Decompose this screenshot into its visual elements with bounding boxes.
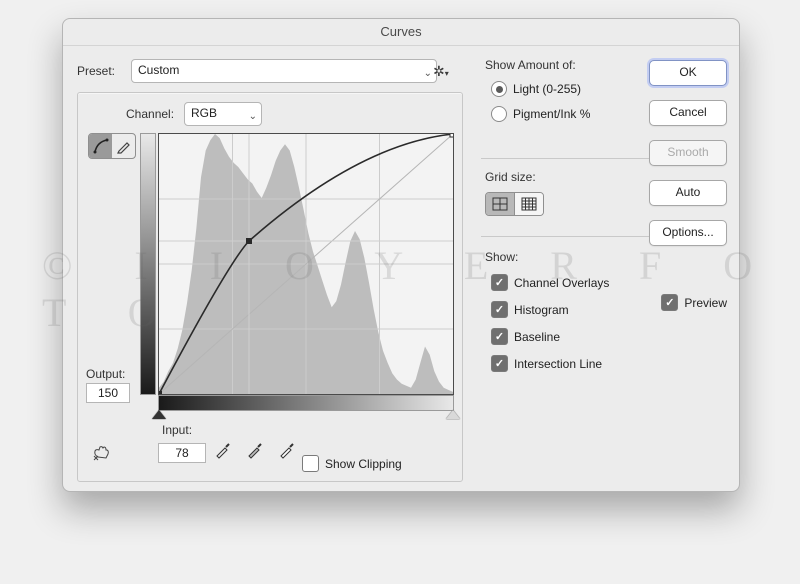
- pigment-radio[interactable]: Pigment/Ink %: [491, 106, 590, 122]
- auto-button[interactable]: Auto: [649, 180, 727, 206]
- ok-button[interactable]: OK: [649, 60, 727, 86]
- show-amount-label: Show Amount of:: [485, 58, 590, 72]
- curve-panel: Channel: RGB ⌄: [77, 92, 463, 482]
- output-field[interactable]: 150: [86, 383, 130, 403]
- chevron-updown-icon: ⌄: [249, 107, 257, 127]
- cancel-button[interactable]: Cancel: [649, 100, 727, 126]
- grid-size-label: Grid size:: [485, 170, 544, 184]
- title-bar: Curves: [63, 19, 739, 46]
- output-gradient: [140, 133, 156, 395]
- chevron-updown-icon: ⌄: [424, 64, 432, 84]
- checkbox-on-icon: ✓: [491, 328, 508, 345]
- eyedropper-black-icon[interactable]: [214, 441, 232, 462]
- curve-tool-toggle[interactable]: [88, 133, 136, 159]
- point-curve-icon[interactable]: [89, 134, 112, 158]
- channel-overlays-checkbox[interactable]: ✓Channel Overlays: [491, 274, 609, 291]
- white-point-slider[interactable]: [446, 410, 460, 419]
- show-amount-group: Show Amount of: Light (0-255) Pigment/In…: [485, 58, 590, 122]
- checkbox-on-icon: ✓: [491, 355, 508, 372]
- pencil-icon[interactable]: [112, 134, 135, 158]
- targeted-adjust-icon[interactable]: [92, 445, 112, 466]
- show-clipping-checkbox[interactable]: ✓Show Clipping: [302, 455, 402, 472]
- grid-size-group: Grid size:: [485, 170, 544, 216]
- input-field[interactable]: 78: [158, 443, 206, 463]
- grid-coarse-button[interactable]: [486, 193, 515, 215]
- eyedropper-white-icon[interactable]: [278, 441, 296, 462]
- grid-fine-button[interactable]: [515, 193, 543, 215]
- checkbox-on-icon: ✓: [661, 294, 678, 311]
- channel-label: Channel:: [126, 107, 174, 121]
- eyedropper-group: [214, 441, 296, 462]
- checkbox-on-icon: ✓: [491, 301, 508, 318]
- output-label: Output:: [86, 367, 125, 381]
- input-gradient: [158, 395, 454, 411]
- checkbox-on-icon: ✓: [491, 274, 508, 291]
- radio-off-icon: [491, 106, 507, 122]
- eyedropper-gray-icon[interactable]: [246, 441, 264, 462]
- smooth-button: Smooth: [649, 140, 727, 166]
- intersection-line-checkbox[interactable]: ✓Intersection Line: [491, 355, 609, 372]
- divider: [481, 158, 673, 159]
- divider: [481, 236, 673, 237]
- preset-value: Custom: [138, 63, 179, 77]
- preset-label: Preset:: [77, 64, 115, 78]
- channel-dropdown[interactable]: RGB ⌄: [184, 102, 262, 126]
- preset-dropdown[interactable]: Custom ⌄: [131, 59, 437, 83]
- options-button[interactable]: Options...: [649, 220, 727, 246]
- baseline-checkbox[interactable]: ✓Baseline: [491, 328, 609, 345]
- show-label: Show:: [485, 250, 609, 264]
- input-label: Input:: [162, 423, 192, 437]
- window-title: Curves: [380, 24, 421, 39]
- gear-icon[interactable]: ✲▾: [433, 63, 449, 80]
- channel-value: RGB: [191, 106, 217, 120]
- curves-dialog: Curves Preset: Custom ⌄ ✲▾ Channel: RGB …: [62, 18, 740, 492]
- preview-checkbox[interactable]: ✓Preview: [661, 294, 727, 311]
- show-options-group: Show: ✓Channel Overlays ✓Histogram ✓Base…: [485, 250, 609, 372]
- histogram-checkbox[interactable]: ✓Histogram: [491, 301, 609, 318]
- button-column: OK Cancel Smooth Auto Options...: [649, 60, 727, 246]
- black-point-slider[interactable]: [152, 410, 166, 419]
- checkbox-icon: ✓: [302, 455, 319, 472]
- curve-chart[interactable]: [158, 133, 454, 395]
- light-radio[interactable]: Light (0-255): [491, 81, 590, 97]
- radio-on-icon: [491, 81, 507, 97]
